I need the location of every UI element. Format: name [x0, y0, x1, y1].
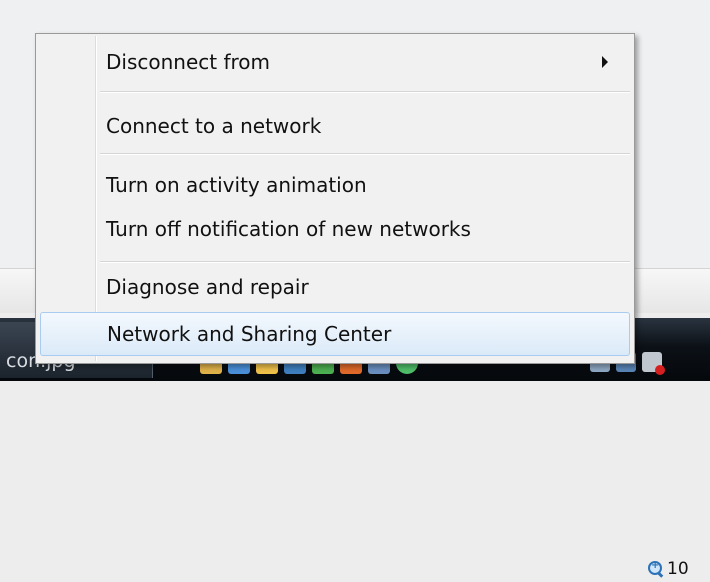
menu-item-label: Disconnect from — [106, 50, 271, 74]
volume-muted-icon[interactable] — [642, 352, 665, 375]
zoom-in-icon[interactable]: + — [648, 560, 664, 578]
menu-item-network-sharing-center[interactable]: Network and Sharing Center — [40, 312, 630, 356]
menu-item-label: Turn on activity animation — [106, 173, 367, 197]
menu-separator — [100, 261, 630, 263]
menu-item-label: Connect to a network — [106, 114, 322, 138]
menu-item-connect-to-network[interactable]: Connect to a network — [40, 104, 630, 148]
menu-separator — [100, 91, 630, 93]
menu-item-activity-animation[interactable]: Turn on activity animation — [40, 163, 630, 207]
zoom-level: 10 — [667, 559, 689, 579]
menu-item-label: Diagnose and repair — [106, 275, 309, 299]
menu-item-notification-new-networks[interactable]: Turn off notification of new networks — [40, 207, 630, 251]
menu-item-diagnose-repair[interactable]: Diagnose and repair — [40, 265, 630, 309]
menu-item-label: Turn off notification of new networks — [106, 217, 471, 241]
submenu-arrow-icon — [602, 56, 608, 68]
menu-item-label: Network and Sharing Center — [107, 322, 392, 346]
zoom-control[interactable]: + 10 — [648, 556, 689, 582]
network-context-menu: Disconnect from Connect to a network Tur… — [35, 33, 635, 364]
menu-separator — [100, 153, 630, 155]
menu-item-disconnect-from[interactable]: Disconnect from — [40, 40, 630, 84]
